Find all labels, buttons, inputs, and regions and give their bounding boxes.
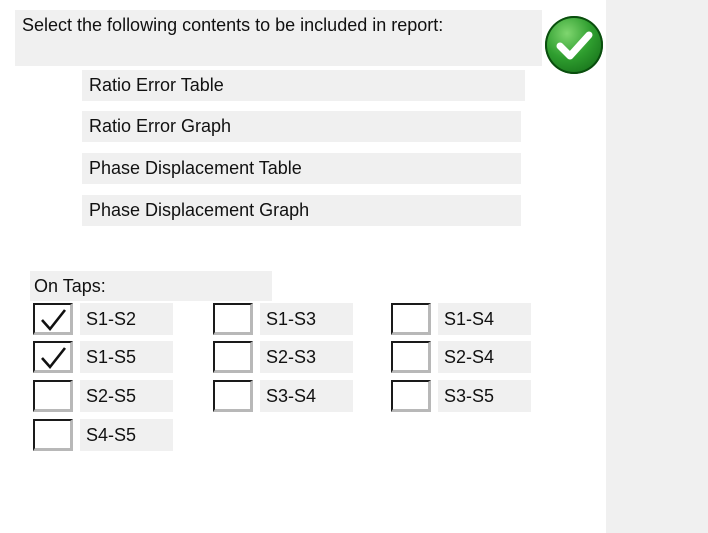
checkbox[interactable] xyxy=(33,341,73,373)
tap-label: S2-S4 xyxy=(438,341,531,373)
tap-checkbox-s2-s3[interactable]: S2-S3 xyxy=(213,341,353,373)
tap-label: S3-S4 xyxy=(260,380,353,412)
checkbox[interactable] xyxy=(33,303,73,335)
tap-checkbox-s3-s5[interactable]: S3-S5 xyxy=(391,380,531,412)
instruction-header: Select the following contents to be incl… xyxy=(15,10,542,66)
tap-checkbox-s1-s4[interactable]: S1-S4 xyxy=(391,303,531,335)
tap-checkbox-s4-s5[interactable]: S4-S5 xyxy=(33,419,173,451)
checkbox[interactable] xyxy=(213,380,253,412)
tap-label: S1-S2 xyxy=(80,303,173,335)
instruction-text: Select the following contents to be incl… xyxy=(22,15,444,35)
option-label: Ratio Error Graph xyxy=(89,116,232,136)
tap-label: S2-S3 xyxy=(260,341,353,373)
checkbox[interactable] xyxy=(391,341,431,373)
tap-label: S2-S5 xyxy=(80,380,173,412)
option-phase-displacement-graph[interactable]: Phase Displacement Graph xyxy=(82,195,521,226)
checkbox[interactable] xyxy=(391,303,431,335)
checkbox[interactable] xyxy=(213,303,253,335)
tap-label: S1-S5 xyxy=(80,341,173,373)
checkmark-circle-icon xyxy=(556,31,593,60)
tap-label: S1-S4 xyxy=(438,303,531,335)
taps-label-text: On Taps: xyxy=(34,276,106,296)
tap-label: S1-S3 xyxy=(260,303,353,335)
tap-checkbox-s1-s5[interactable]: S1-S5 xyxy=(33,341,173,373)
tap-checkbox-s3-s4[interactable]: S3-S4 xyxy=(213,380,353,412)
tap-checkbox-s2-s5[interactable]: S2-S5 xyxy=(33,380,173,412)
tap-label: S4-S5 xyxy=(80,419,173,451)
checkbox[interactable] xyxy=(213,341,253,373)
checkmark-icon xyxy=(41,347,67,370)
option-ratio-error-table[interactable]: Ratio Error Table xyxy=(82,70,525,101)
option-phase-displacement-table[interactable]: Phase Displacement Table xyxy=(82,153,521,184)
confirm-button[interactable] xyxy=(545,16,603,74)
tap-checkbox-s1-s2[interactable]: S1-S2 xyxy=(33,303,173,335)
option-label: Phase Displacement Table xyxy=(89,158,302,178)
checkmark-icon xyxy=(41,309,67,332)
option-ratio-error-graph[interactable]: Ratio Error Graph xyxy=(82,111,521,142)
checkbox[interactable] xyxy=(391,380,431,412)
option-label: Ratio Error Table xyxy=(89,75,224,95)
checkbox[interactable] xyxy=(33,380,73,412)
tap-checkbox-s2-s4[interactable]: S2-S4 xyxy=(391,341,531,373)
side-panel xyxy=(606,0,708,533)
checkbox[interactable] xyxy=(33,419,73,451)
taps-section-label: On Taps: xyxy=(30,271,272,301)
option-label: Phase Displacement Graph xyxy=(89,200,310,220)
tap-label: S3-S5 xyxy=(438,380,531,412)
tap-checkbox-s1-s3[interactable]: S1-S3 xyxy=(213,303,353,335)
